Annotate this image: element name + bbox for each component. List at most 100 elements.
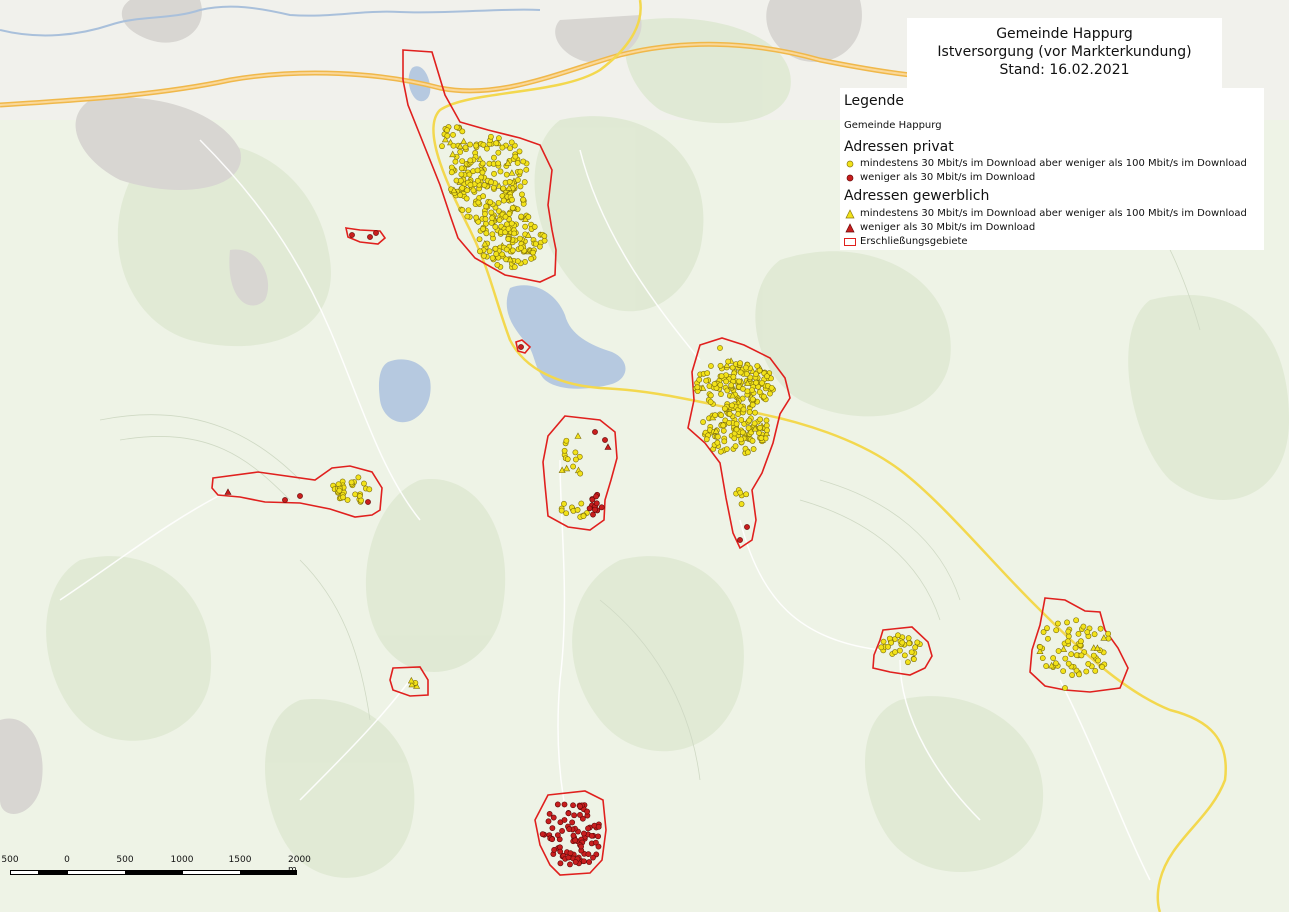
private-address-marker xyxy=(1099,664,1105,670)
private-address-marker xyxy=(489,231,496,238)
private-address-marker xyxy=(491,154,497,161)
private-address-marker xyxy=(557,860,564,867)
private-address-marker xyxy=(1043,663,1050,669)
private-address-marker xyxy=(602,437,608,443)
private-address-marker xyxy=(1097,625,1104,632)
private-address-marker xyxy=(593,493,599,500)
private-address-marker xyxy=(439,143,445,150)
private-address-marker xyxy=(530,249,536,256)
private-address-marker xyxy=(480,226,486,232)
private-address-marker xyxy=(564,456,571,463)
private-address-marker xyxy=(528,255,535,262)
private-address-marker xyxy=(739,429,746,436)
private-address-marker xyxy=(487,199,494,206)
private-address-marker xyxy=(531,223,538,230)
private-address-marker xyxy=(520,158,527,165)
private-address-marker xyxy=(570,802,576,809)
legend-item-commercial-low: weniger als 30 Mbit/s im Download xyxy=(844,222,1035,233)
private-address-marker xyxy=(721,438,728,445)
private-address-marker xyxy=(768,384,775,391)
private-address-marker xyxy=(561,500,567,507)
private-address-marker xyxy=(725,358,732,365)
private-address-marker xyxy=(703,436,710,443)
private-address-marker xyxy=(726,420,732,426)
legend-item-private-medium: mindestens 30 Mbit/s im Download aber we… xyxy=(844,158,1247,169)
private-address-marker xyxy=(514,160,521,166)
private-address-marker xyxy=(746,409,753,416)
private-address-marker xyxy=(554,801,561,808)
private-address-marker xyxy=(730,373,737,380)
private-address-marker xyxy=(517,168,524,175)
private-address-marker xyxy=(481,252,487,259)
map-title: Gemeinde Happurg xyxy=(996,26,1133,42)
private-address-marker xyxy=(592,506,598,513)
private-address-marker xyxy=(895,632,901,639)
private-address-marker xyxy=(749,401,756,408)
private-address-marker xyxy=(577,812,583,818)
private-address-marker xyxy=(908,649,915,656)
private-address-marker xyxy=(1084,629,1091,636)
map-view[interactable]: Gemeinde Happurg Istversorgung (vor Mark… xyxy=(0,0,1289,912)
private-address-marker xyxy=(521,179,528,185)
private-address-marker xyxy=(282,497,288,503)
private-address-marker xyxy=(694,384,701,391)
private-address-marker xyxy=(708,363,714,369)
map-date: Stand: 16.02.2021 xyxy=(999,62,1130,78)
private-address-marker xyxy=(761,393,767,400)
yellow-circle-icon xyxy=(844,159,856,169)
private-address-marker xyxy=(459,128,466,135)
private-address-marker xyxy=(366,486,373,493)
private-address-marker xyxy=(459,207,466,213)
scale-segment xyxy=(125,870,183,875)
private-address-marker xyxy=(743,364,749,371)
private-address-marker xyxy=(735,411,742,418)
private-address-marker xyxy=(505,225,512,232)
private-address-marker xyxy=(880,638,887,645)
private-address-marker xyxy=(729,402,735,409)
private-address-marker xyxy=(732,443,739,450)
private-address-marker xyxy=(1037,644,1043,650)
private-address-marker xyxy=(496,217,503,223)
scale-label: 500 xyxy=(1,855,19,865)
private-address-marker xyxy=(737,537,743,543)
private-address-marker xyxy=(738,501,745,507)
private-address-marker xyxy=(551,847,558,853)
private-address-marker xyxy=(911,656,917,663)
private-address-marker xyxy=(728,382,735,389)
private-address-marker xyxy=(703,377,710,384)
private-address-marker xyxy=(1105,630,1112,637)
private-address-marker xyxy=(878,644,885,651)
private-address-marker xyxy=(518,245,524,251)
private-address-marker xyxy=(361,480,367,487)
legend: Legende Gemeinde Happurg Adressen privat… xyxy=(840,88,1264,250)
legend-item-area: Erschließungsgebiete xyxy=(844,236,968,247)
private-address-marker xyxy=(1073,617,1080,624)
private-address-marker xyxy=(586,505,593,512)
private-address-marker xyxy=(511,264,518,270)
private-address-marker xyxy=(517,183,524,190)
private-address-marker xyxy=(714,439,721,446)
private-address-marker xyxy=(358,497,365,504)
private-address-marker xyxy=(1095,657,1101,664)
private-address-marker xyxy=(464,213,471,220)
private-address-marker xyxy=(457,149,464,155)
private-address-marker xyxy=(723,446,730,453)
private-address-marker xyxy=(1064,619,1070,626)
private-address-marker xyxy=(559,828,565,834)
private-address-marker xyxy=(479,160,486,167)
private-address-marker xyxy=(1055,648,1062,654)
private-address-marker xyxy=(467,182,474,188)
private-address-marker xyxy=(475,199,482,206)
private-address-marker xyxy=(751,420,758,427)
private-address-marker xyxy=(1092,668,1099,674)
private-address-marker xyxy=(758,435,765,441)
private-address-marker xyxy=(561,801,568,808)
private-address-marker xyxy=(744,388,751,395)
scale-segment xyxy=(182,870,241,875)
private-address-marker xyxy=(892,649,898,655)
private-address-marker xyxy=(738,417,745,423)
private-address-marker xyxy=(373,230,379,236)
private-address-marker xyxy=(518,213,525,220)
red-triangle-icon xyxy=(844,222,856,233)
private-address-marker xyxy=(367,234,373,240)
